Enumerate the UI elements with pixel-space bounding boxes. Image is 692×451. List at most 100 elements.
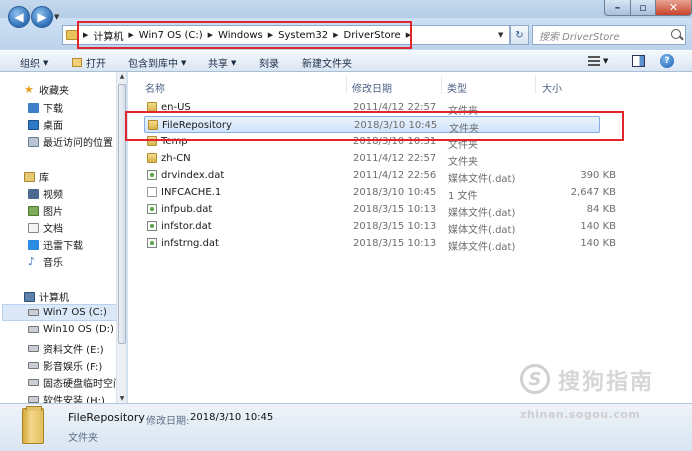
nav-item-recent[interactable]: 最近访问的位置 [28, 134, 113, 149]
nav-item-drive-h[interactable]: 软件安装 (H:) [28, 392, 105, 403]
file-type: 媒体文件(.dat) [448, 225, 516, 236]
close-button[interactable]: ✕ [655, 0, 692, 16]
address-bar[interactable]: ▶ 计算机 ▶ Win7 OS (C:) ▶ Windows ▶ System3… [62, 25, 510, 45]
nav-item-desktop[interactable]: 桌面 [28, 117, 63, 132]
file-row[interactable]: zh-CN 2011/4/12 22:57 文件夹 [144, 150, 600, 168]
maximize-button[interactable]: ▫ [630, 0, 656, 16]
file-type: 文件夹 [448, 140, 478, 151]
folder-icon [148, 120, 158, 130]
drive-icon [28, 362, 39, 369]
include-in-library-button[interactable]: 包含到库中 ▼ [128, 55, 186, 71]
nav-label: 最近访问的位置 [43, 138, 113, 149]
scroll-down-icon[interactable]: ▼ [118, 395, 126, 402]
breadcrumb-label: Windows [218, 29, 263, 41]
organize-label: 组织 [20, 59, 40, 70]
nav-item-drive-e[interactable]: 资料文件 (E:) [28, 341, 104, 356]
breadcrumb-label: 计算机 [93, 31, 124, 43]
chevron-right-icon[interactable]: ▶ [208, 31, 213, 39]
column-divider[interactable] [346, 76, 347, 94]
nav-item-drive-d[interactable]: Win10 OS (D:) [28, 324, 114, 335]
nav-item-xunlei[interactable]: 迅雷下载 [28, 237, 83, 252]
column-header-type[interactable]: 类型 [447, 80, 467, 95]
nav-item-downloads[interactable]: 下载 [28, 100, 63, 115]
file-row[interactable]: drvindex.dat 2011/4/12 22:56 媒体文件(.dat) … [144, 167, 616, 185]
scroll-up-icon[interactable]: ▲ [118, 73, 126, 80]
burn-button[interactable]: 刻录 [259, 55, 279, 70]
chevron-right-icon[interactable]: ▶ [128, 31, 133, 39]
column-header-name[interactable]: 名称 [145, 80, 165, 95]
column-divider[interactable] [535, 76, 536, 94]
file-modified: 2018/3/10 10:45 [354, 120, 438, 131]
refresh-button[interactable]: ↻ [510, 25, 529, 45]
view-options-icon[interactable] [588, 56, 600, 66]
file-size: 140 KB [580, 221, 616, 232]
chevron-right-icon[interactable]: ▶ [333, 31, 338, 39]
open-folder-icon [72, 58, 82, 67]
file-modified: 2018/3/10 10:45 [353, 187, 437, 198]
breadcrumb-item[interactable]: Windows [218, 30, 263, 41]
nav-item-drive-f[interactable]: 影音娱乐 (F:) [28, 358, 102, 373]
minimize-button[interactable]: – [604, 0, 631, 16]
help-icon[interactable]: ? [660, 54, 674, 68]
window-title-bar [0, 0, 692, 18]
nav-label: Win7 OS (C:) [43, 307, 107, 318]
chevron-down-icon[interactable]: ▼ [603, 57, 608, 65]
drive-icon [28, 379, 39, 386]
file-row[interactable]: Temp 2018/3/10 10:31 文件夹 [144, 133, 600, 151]
column-header-modified[interactable]: 修改日期 [352, 80, 392, 95]
file-name: FileRepository [162, 120, 232, 131]
new-folder-button[interactable]: 新建文件夹 [302, 55, 352, 70]
chevron-right-icon[interactable]: ▶ [83, 31, 88, 39]
file-modified: 2018/3/15 10:13 [353, 238, 437, 249]
file-row[interactable]: INFCACHE.1 2018/3/10 10:45 1 文件 2,647 KB [144, 184, 616, 202]
nav-label: 计算机 [39, 293, 69, 304]
documents-icon [28, 222, 39, 233]
chevron-right-icon[interactable]: ▶ [268, 31, 273, 39]
nav-item-libraries[interactable]: 库 [24, 169, 49, 184]
address-history-dropdown[interactable]: ▼ [498, 31, 503, 39]
file-name: infpub.dat [161, 204, 213, 215]
organize-button[interactable]: 组织 ▼ [20, 55, 48, 71]
share-button[interactable]: 共享 ▼ [208, 55, 236, 71]
column-divider[interactable] [441, 76, 442, 94]
file-type: 1 文件 [448, 191, 478, 202]
file-row[interactable]: en-US 2011/4/12 22:57 文件夹 [144, 99, 600, 117]
open-button[interactable]: 打开 [72, 55, 106, 70]
file-row[interactable]: infstrng.dat 2018/3/15 10:13 媒体文件(.dat) … [144, 235, 616, 253]
search-input[interactable]: 搜索 DriverStore [532, 25, 686, 45]
file-name: en-US [161, 102, 191, 113]
nav-item-favorites[interactable]: ★ 收藏夹 [24, 82, 69, 98]
nav-item-drive-g[interactable]: 固态硬盘临时空间 [28, 375, 123, 390]
breadcrumb-item[interactable]: 计算机 [93, 28, 123, 43]
file-row[interactable]: infstor.dat 2018/3/15 10:13 媒体文件(.dat) 1… [144, 218, 616, 236]
file-name: Temp [161, 136, 188, 147]
breadcrumb-item[interactable]: Win7 OS (C:) [139, 30, 203, 41]
search-icon[interactable] [671, 29, 681, 39]
nav-item-music[interactable]: ♪ 音乐 [28, 254, 63, 270]
chevron-right-icon[interactable]: ▶ [406, 31, 411, 39]
file-row-selected[interactable]: FileRepository 2018/3/10 10:45 文件夹 [144, 116, 600, 135]
nav-item-pictures[interactable]: 图片 [28, 203, 63, 218]
breadcrumb-item[interactable]: System32 [278, 30, 328, 41]
nav-label: 桌面 [43, 121, 63, 132]
scrollbar-thumb[interactable] [118, 84, 126, 344]
file-row[interactable]: infpub.dat 2018/3/15 10:13 媒体文件(.dat) 84… [144, 201, 616, 219]
navigation-scrollbar[interactable]: ▲ ▼ [116, 72, 126, 403]
back-button[interactable]: ◀ [8, 6, 30, 28]
nav-item-computer[interactable]: 计算机 [24, 289, 69, 304]
nav-item-drive-c[interactable]: Win7 OS (C:) [28, 307, 107, 318]
recent-pages-dropdown[interactable]: ▼ [54, 13, 59, 21]
music-icon: ♪ [28, 254, 36, 268]
forward-button[interactable]: ▶ [31, 6, 53, 28]
preview-pane-icon[interactable] [632, 55, 645, 67]
column-header-size[interactable]: 大小 [542, 80, 562, 95]
nav-label: 迅雷下载 [43, 241, 83, 252]
nav-item-videos[interactable]: 视频 [28, 186, 63, 201]
navigation-pane: ★ 收藏夹 下载 桌面 最近访问的位置 库 视频 图片 文档 迅雷下载 ♪ 音乐 计… [0, 72, 127, 403]
file-name: infstrng.dat [161, 238, 219, 249]
breadcrumb-item[interactable]: DriverStore [344, 30, 401, 41]
desktop-icon [28, 119, 39, 130]
nav-item-documents[interactable]: 文档 [28, 220, 63, 235]
details-item-name: FileRepository [68, 411, 145, 424]
nav-label: 软件安装 (H:) [43, 396, 105, 403]
